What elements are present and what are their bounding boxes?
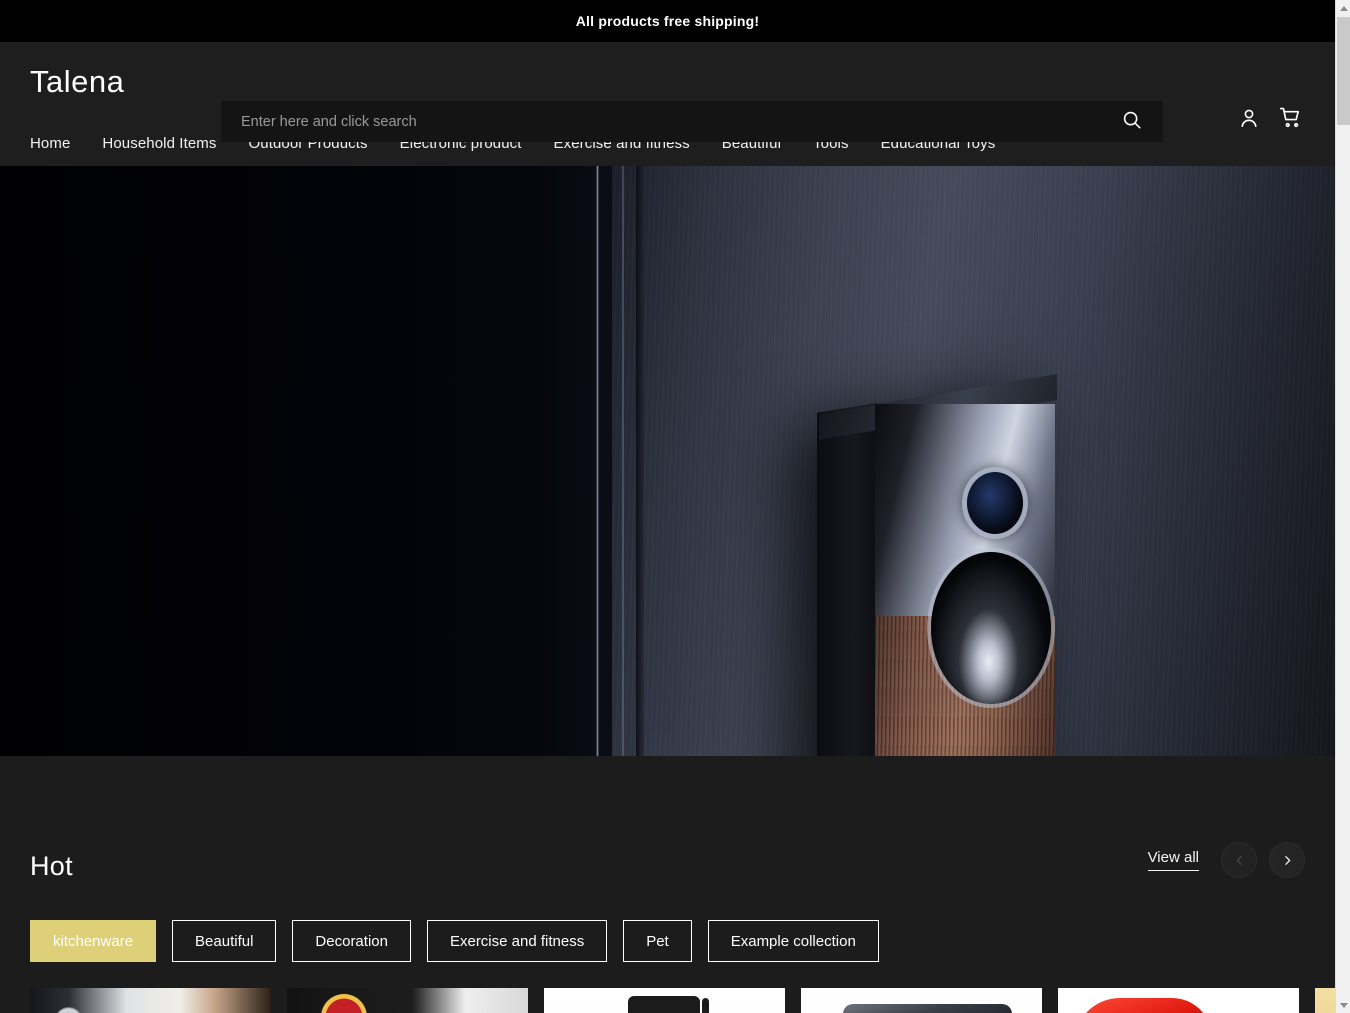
product-card[interactable] [287, 988, 528, 1013]
site-header: Talena [0, 42, 1335, 121]
triangle-down-icon [1340, 1003, 1348, 1008]
carousel-prev-button[interactable] [1221, 842, 1257, 878]
chip-kitchenware[interactable]: kitchenware [30, 920, 156, 962]
chip-decoration[interactable]: Decoration [292, 920, 411, 962]
chevron-left-icon [1233, 854, 1246, 867]
nav-item-home[interactable]: Home [30, 121, 86, 166]
account-icon[interactable] [1237, 106, 1261, 130]
chip-beautiful[interactable]: Beautiful [172, 920, 276, 962]
chip-exercise-and-fitness[interactable]: Exercise and fitness [427, 920, 607, 962]
product-card[interactable] [30, 988, 271, 1013]
hero-door-edge-shadow [636, 166, 644, 756]
chevron-right-icon [1281, 854, 1294, 867]
triangle-up-icon [1340, 6, 1348, 11]
product-card[interactable] [1315, 988, 1335, 1013]
device-camera-lens [967, 472, 1023, 534]
product-card[interactable] [801, 988, 1042, 1013]
announcement-text: All products free shipping! [576, 13, 760, 29]
hot-section: Hot View all [0, 756, 1335, 1013]
search-button[interactable] [1115, 109, 1149, 134]
product-card[interactable] [544, 988, 785, 1013]
product-card[interactable] [1058, 988, 1299, 1013]
device-speaker-cone [931, 552, 1051, 704]
page-content: All products free shipping! Talena [0, 0, 1335, 1013]
cart-icon[interactable] [1278, 105, 1303, 130]
nav-item-household-items[interactable]: Household Items [86, 121, 232, 166]
browser-viewport: All products free shipping! Talena [0, 0, 1350, 1013]
page-title: Hot [30, 851, 73, 882]
brand-logo[interactable]: Talena [30, 66, 124, 97]
hero-dark-panel [0, 166, 612, 756]
device-side-panel [817, 403, 877, 756]
search-bar[interactable] [221, 101, 1163, 142]
view-all-link[interactable]: View all [1148, 849, 1199, 871]
category-filter-chips: kitchenware Beautiful Decoration Exercis… [30, 920, 1305, 962]
header-icon-group [1237, 105, 1303, 130]
carousel-next-button[interactable] [1269, 842, 1305, 878]
hero-banner[interactable] [0, 166, 1335, 756]
scrollbar-down-arrow[interactable] [1336, 997, 1350, 1013]
scrollbar-up-arrow[interactable] [1336, 0, 1350, 16]
hero-door-edge-secondary [622, 166, 624, 756]
scrollbar-thumb[interactable] [1337, 17, 1350, 125]
hero-door-edge-highlight [596, 166, 599, 756]
search-input[interactable] [241, 114, 1115, 130]
product-image [287, 988, 528, 1013]
product-image [30, 988, 271, 1013]
product-image [1315, 988, 1335, 1013]
hot-section-controls: View all [1148, 842, 1305, 882]
hero-doorbell-device [875, 394, 1055, 756]
hot-section-header: Hot View all [30, 756, 1305, 882]
product-image [544, 988, 785, 1013]
product-image [1058, 988, 1299, 1013]
vertical-scrollbar[interactable] [1335, 0, 1350, 1013]
announcement-bar: All products free shipping! [0, 0, 1335, 42]
product-carousel [30, 988, 1305, 1013]
hero-image [0, 166, 1335, 756]
chip-pet[interactable]: Pet [623, 920, 692, 962]
chip-example-collection[interactable]: Example collection [708, 920, 879, 962]
product-image [801, 988, 1042, 1013]
search-icon [1121, 109, 1143, 134]
